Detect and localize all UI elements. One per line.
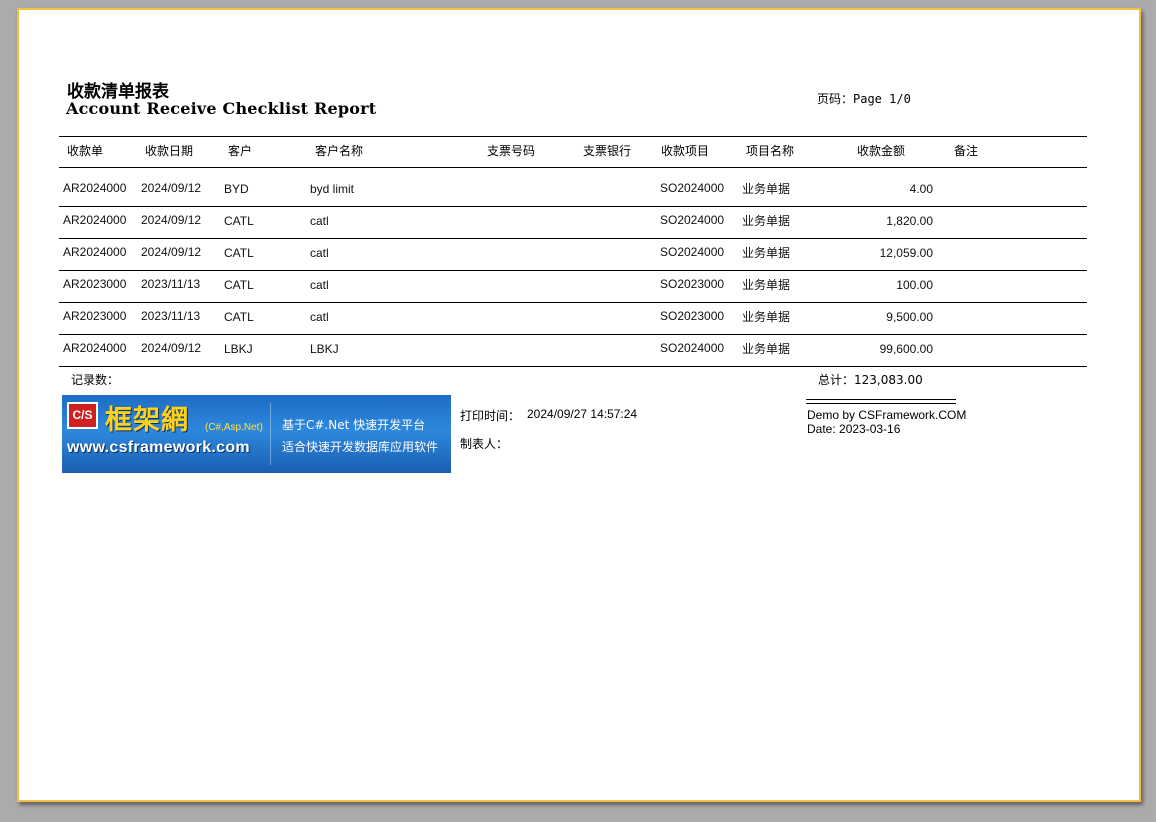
banner-divider [270, 403, 271, 465]
cell-item-name: 业务单据 [742, 310, 791, 324]
print-time-value: 2024/09/27 14:57:24 [527, 407, 638, 421]
col-header-item-name: 项目名称 [746, 144, 795, 158]
csframework-banner: C/S 框架網 (C#,Asp.Net) www.csframework.com… [62, 395, 451, 473]
cell-date: 2024/09/12 [141, 245, 202, 259]
cell-amount: 99,600.00 [879, 342, 933, 356]
cell-customer: LBKJ [224, 342, 253, 356]
col-header-item: 收款项目 [661, 144, 710, 158]
cell-customer: CATL [224, 278, 254, 292]
cell-item-name: 业务单据 [742, 278, 791, 292]
table-bottom-rule [59, 366, 1087, 367]
demo-by-text: Demo by CSFramework.COM [807, 408, 967, 422]
col-header-receipt-no: 收款单 [67, 144, 104, 158]
cell-item-name: 业务单据 [742, 182, 791, 196]
cell-amount: 1,820.00 [886, 214, 933, 228]
cell-item: SO2023000 [660, 277, 725, 291]
cell-customer-name: catl [310, 310, 329, 324]
cell-customer: BYD [224, 182, 249, 196]
header-top-rule [59, 136, 1087, 137]
cell-amount: 100.00 [896, 278, 933, 292]
cell-customer: CATL [224, 246, 254, 260]
col-header-amount: 收款金额 [857, 144, 906, 158]
col-header-check-bank: 支票银行 [583, 144, 632, 158]
banner-tagline-1: 基于C#.Net 快速开发平台 [282, 418, 426, 432]
cell-receipt-no: AR2024000 [63, 341, 127, 355]
demo-date-text: Date: 2023-03-16 [807, 422, 901, 436]
cell-item: SO2023000 [660, 309, 725, 323]
banner-logo-text: 框架網 [105, 405, 189, 436]
record-count-label: 记录数： [71, 373, 120, 387]
cell-receipt-no: AR2023000 [63, 309, 127, 323]
banner-logo-tag: (C#,Asp.Net) [205, 422, 263, 433]
report-page: 收款清单报表 Account Receive Checklist Report … [17, 8, 1141, 802]
demo-rule-top [806, 399, 956, 400]
row-divider [59, 334, 1087, 335]
cell-item-name: 业务单据 [742, 342, 791, 356]
page-number: 页码：Page 1/0 [817, 92, 911, 106]
cell-customer-name: catl [310, 214, 329, 228]
row-divider [59, 238, 1087, 239]
col-header-customer: 客户 [228, 144, 253, 158]
cell-date: 2023/11/13 [141, 277, 201, 291]
cs-badge: C/S [67, 402, 98, 429]
demo-rule-bottom [806, 403, 956, 404]
cell-item: SO2024000 [660, 245, 725, 259]
cell-item: SO2024000 [660, 341, 725, 355]
col-header-customer-name: 客户名称 [315, 144, 364, 158]
row-divider [59, 206, 1087, 207]
cell-receipt-no: AR2023000 [63, 277, 127, 291]
cell-customer-name: byd limit [310, 182, 355, 196]
cell-item-name: 业务单据 [742, 246, 791, 260]
cell-receipt-no: AR2024000 [63, 245, 127, 259]
cell-receipt-no: AR2024000 [63, 213, 127, 227]
total-amount: 总计：123,083.00 [818, 373, 923, 387]
banner-url: www.csframework.com [67, 439, 250, 456]
cell-date: 2024/09/12 [141, 181, 202, 195]
header-bottom-rule [59, 167, 1087, 168]
cell-date: 2024/09/12 [141, 213, 202, 227]
cell-amount: 4.00 [909, 182, 933, 196]
report-title-en: Account Receive Checklist Report [66, 99, 377, 118]
cell-amount: 9,500.00 [886, 310, 933, 324]
col-header-check-no: 支票号码 [487, 144, 536, 158]
cell-customer-name: LBKJ [310, 342, 339, 356]
cell-item: SO2024000 [660, 213, 725, 227]
cell-date: 2023/11/13 [141, 309, 201, 323]
maker-label: 制表人： [460, 437, 509, 451]
col-header-receipt-date: 收款日期 [145, 144, 194, 158]
cell-amount: 12,059.00 [879, 246, 933, 260]
cell-customer: CATL [224, 310, 254, 324]
row-divider [59, 302, 1087, 303]
cell-customer-name: catl [310, 246, 329, 260]
banner-tagline-2: 适合快速开发数据库应用软件 [282, 440, 439, 454]
cell-receipt-no: AR2024000 [63, 181, 127, 195]
print-time-label: 打印时间： [460, 409, 521, 423]
row-divider [59, 270, 1087, 271]
cell-item: SO2024000 [660, 181, 725, 195]
cell-item-name: 业务单据 [742, 214, 791, 228]
cell-customer: CATL [224, 214, 254, 228]
col-header-remark: 备注 [954, 144, 979, 158]
cell-customer-name: catl [310, 278, 329, 292]
cell-date: 2024/09/12 [141, 341, 202, 355]
